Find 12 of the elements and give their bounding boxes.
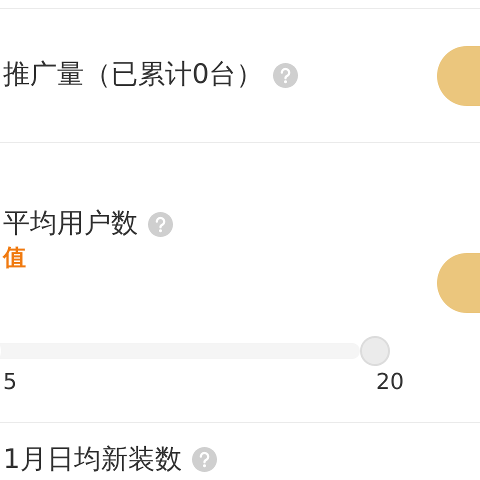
- section-title: 平均用户数: [3, 208, 138, 241]
- min-label: 5: [3, 370, 17, 397]
- help-icon[interactable]: [148, 212, 173, 237]
- max-label: 20: [376, 370, 404, 397]
- help-icon[interactable]: [192, 447, 218, 472]
- hint-text: 值: [3, 244, 27, 272]
- action-button[interactable]: [437, 46, 480, 106]
- slider-handle[interactable]: [360, 336, 390, 366]
- section-title: 1月日均新装数: [3, 444, 182, 476]
- action-button[interactable]: [437, 253, 480, 313]
- section-title: 推广量（已累计0台）: [3, 59, 264, 92]
- help-icon[interactable]: [273, 62, 298, 88]
